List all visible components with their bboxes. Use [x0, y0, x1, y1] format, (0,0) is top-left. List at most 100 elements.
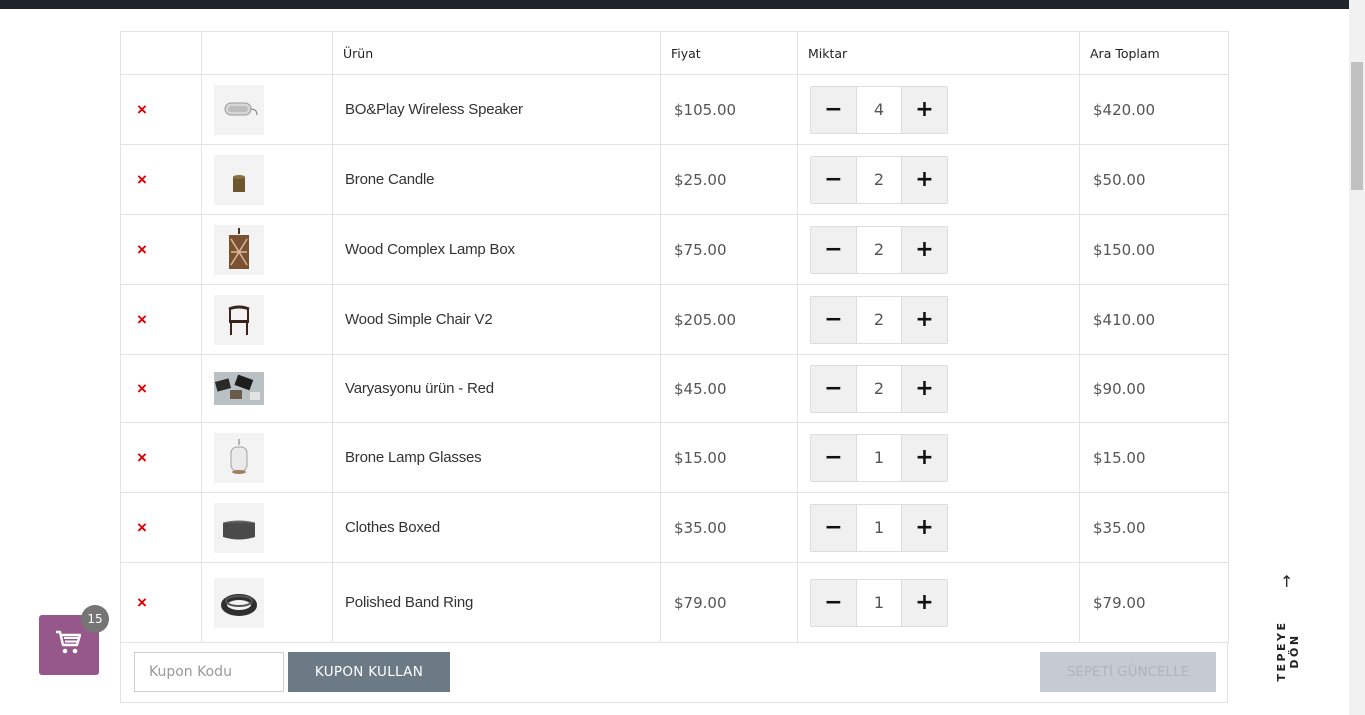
product-name[interactable]: BO&Play Wireless Speaker: [332, 74, 661, 145]
product-thumbnail[interactable]: [214, 502, 264, 553]
quantity-input[interactable]: 1: [856, 434, 902, 481]
cart-icon: [55, 630, 83, 661]
product-thumbnail[interactable]: [214, 154, 264, 205]
thumbnail-cell: [201, 422, 333, 493]
decrease-quantity-button[interactable]: −: [811, 86, 856, 133]
remove-item-icon[interactable]: ×: [121, 101, 147, 118]
quantity-stepper: −1 +: [810, 578, 948, 627]
product-name[interactable]: Brone Lamp Glasses: [332, 422, 661, 493]
quantity-input[interactable]: 2: [856, 156, 902, 203]
quantity-input[interactable]: 4: [856, 86, 902, 133]
product-thumbnail[interactable]: [214, 224, 264, 275]
remove-item-icon[interactable]: ×: [121, 594, 147, 611]
decrease-quantity-button[interactable]: −: [811, 296, 856, 343]
table-row: × Clothes Boxed $35.00−1 + $35.00: [120, 492, 1229, 563]
product-thumbnail[interactable]: [214, 577, 264, 628]
remove-cell: ×: [120, 74, 202, 145]
quantity-input[interactable]: 2: [856, 226, 902, 273]
quantity-stepper: −4 +: [810, 85, 948, 134]
product-name[interactable]: Wood Simple Chair V2: [332, 284, 661, 355]
product-name[interactable]: Brone Candle: [332, 144, 661, 215]
increase-quantity-button[interactable]: +: [902, 86, 947, 133]
decrease-quantity-button[interactable]: −: [811, 579, 856, 626]
remove-cell: ×: [120, 214, 202, 285]
product-subtotal: $15.00: [1079, 422, 1229, 493]
header-product: Ürün: [332, 31, 661, 75]
increase-quantity-button[interactable]: +: [902, 156, 947, 203]
apply-coupon-button[interactable]: KUPON KULLAN: [288, 652, 450, 692]
remove-item-icon[interactable]: ×: [121, 311, 147, 328]
increase-quantity-button[interactable]: +: [902, 226, 947, 273]
product-name[interactable]: Varyasyonu ürün - Red: [332, 354, 661, 423]
table-row: × Wood Complex Lamp Box $75.00−2 + $150.00: [120, 214, 1229, 285]
decrease-quantity-button[interactable]: −: [811, 434, 856, 481]
quantity-input[interactable]: 2: [856, 296, 902, 343]
product-price: $15.00: [660, 422, 798, 493]
quantity-cell: −4 +: [797, 74, 1080, 145]
remove-cell: ×: [120, 422, 202, 493]
product-thumbnail[interactable]: [214, 84, 264, 135]
quantity-stepper: −1 +: [810, 433, 948, 482]
table-row: × Polished Band Ring $79.00−1 + $79.00: [120, 562, 1229, 643]
decrease-quantity-button[interactable]: −: [811, 156, 856, 203]
page-scrollbar[interactable]: [1349, 0, 1365, 715]
product-name[interactable]: Wood Complex Lamp Box: [332, 214, 661, 285]
cart-table: Ürün Fiyat Miktar Ara Toplam × BO&Play Wi…: [120, 31, 1229, 643]
thumbnail-cell: [201, 214, 333, 285]
thumbnail-cell: [201, 144, 333, 215]
thumbnail-cell: [201, 354, 333, 423]
increase-quantity-button[interactable]: +: [902, 579, 947, 626]
product-thumbnail[interactable]: [214, 294, 264, 345]
product-thumbnail[interactable]: [214, 372, 264, 405]
quantity-input[interactable]: 1: [856, 504, 902, 551]
update-cart-button[interactable]: SEPETİ GÜNCELLE: [1040, 652, 1216, 692]
remove-cell: ×: [120, 492, 202, 563]
decrease-quantity-button[interactable]: −: [811, 226, 856, 273]
remove-item-icon[interactable]: ×: [121, 171, 147, 188]
quantity-cell: −2 +: [797, 354, 1080, 423]
thumbnail-cell: [201, 284, 333, 355]
thumbnail-cell: [201, 562, 333, 643]
product-subtotal: $420.00: [1079, 74, 1229, 145]
increase-quantity-button[interactable]: +: [902, 365, 947, 412]
remove-item-icon[interactable]: ×: [121, 380, 147, 397]
quantity-input[interactable]: 2: [856, 365, 902, 412]
header-subtotal: Ara Toplam: [1079, 31, 1229, 75]
product-price: $45.00: [660, 354, 798, 423]
quantity-stepper: −2 +: [810, 155, 948, 204]
quantity-cell: −2 +: [797, 284, 1080, 355]
product-price: $79.00: [660, 562, 798, 643]
header-thumbnail: [201, 31, 333, 75]
coupon-code-input[interactable]: Kupon Kodu: [134, 652, 284, 692]
product-subtotal: $79.00: [1079, 562, 1229, 643]
product-subtotal: $150.00: [1079, 214, 1229, 285]
increase-quantity-button[interactable]: +: [902, 296, 947, 343]
quantity-input[interactable]: 1: [856, 579, 902, 626]
quantity-stepper: −2 +: [810, 364, 948, 413]
thumbnail-cell: [201, 492, 333, 563]
product-subtotal: $35.00: [1079, 492, 1229, 563]
remove-item-icon[interactable]: ×: [121, 519, 147, 536]
remove-item-icon[interactable]: ×: [121, 449, 147, 466]
quantity-cell: −2 +: [797, 214, 1080, 285]
decrease-quantity-button[interactable]: −: [811, 365, 856, 412]
product-name[interactable]: Clothes Boxed: [332, 492, 661, 563]
remove-cell: ×: [120, 562, 202, 643]
back-to-top[interactable]: ↑ TEPEYE DÖN: [1275, 572, 1301, 696]
remove-cell: ×: [120, 284, 202, 355]
decrease-quantity-button[interactable]: −: [811, 504, 856, 551]
table-row: × BO&Play Wireless Speaker $105.00−4 + $420.…: [120, 74, 1229, 145]
product-name[interactable]: Polished Band Ring: [332, 562, 661, 643]
increase-quantity-button[interactable]: +: [902, 504, 947, 551]
cart-count-badge: 15: [81, 605, 109, 633]
product-subtotal: $50.00: [1079, 144, 1229, 215]
scrollbar-thumb[interactable]: [1351, 62, 1363, 190]
quantity-stepper: −1 +: [810, 503, 948, 552]
remove-item-icon[interactable]: ×: [121, 241, 147, 258]
increase-quantity-button[interactable]: +: [902, 434, 947, 481]
header-price: Fiyat: [660, 31, 798, 75]
product-subtotal: $90.00: [1079, 354, 1229, 423]
product-subtotal: $410.00: [1079, 284, 1229, 355]
product-thumbnail[interactable]: [214, 432, 264, 483]
table-header-row: Ürün Fiyat Miktar Ara Toplam: [120, 31, 1229, 75]
